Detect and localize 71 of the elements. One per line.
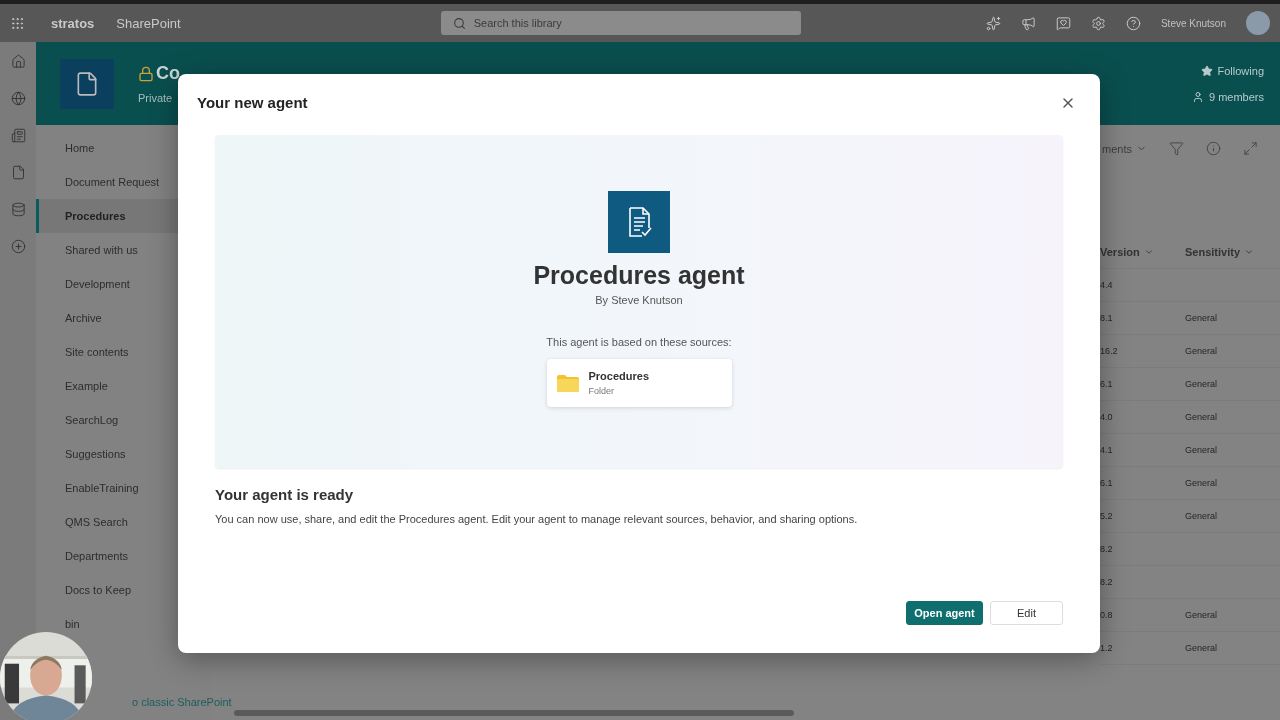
source-name: Procedures xyxy=(588,370,650,382)
ready-text: You can now use, share, and edit the Procedures agent. Edit your agent to manage relevant sources, behavior, and sharing options. xyxy=(215,513,859,525)
search-placeholder: Search this library xyxy=(473,17,562,29)
column-header[interactable]: Version xyxy=(1100,246,1185,258)
app-name[interactable]: SharePoint xyxy=(116,15,181,31)
add-icon[interactable] xyxy=(10,239,26,254)
chevron-down-icon xyxy=(1143,247,1154,257)
table-cell-text: 5.2 xyxy=(1100,511,1114,521)
table-cell-text: General xyxy=(1185,610,1219,620)
table-cell-text: 8.1 xyxy=(1100,313,1114,323)
table-cell-text: 8.2 xyxy=(1100,544,1114,554)
agent-icon xyxy=(608,191,670,253)
globe-icon[interactable] xyxy=(10,91,26,106)
chevron-down-icon xyxy=(1244,247,1255,257)
table-cell-text: 6.1 xyxy=(1100,478,1114,488)
table-cell-text: 6.1 xyxy=(1100,379,1114,389)
list-icon[interactable] xyxy=(10,202,26,217)
dialog-title: Your new agent xyxy=(197,94,308,111)
lock-icon xyxy=(138,65,154,82)
avatar[interactable] xyxy=(1246,11,1270,35)
file-icon[interactable] xyxy=(10,165,26,180)
brand-name: stratos xyxy=(51,15,95,31)
table-cell-text: 16.2 xyxy=(1100,346,1119,356)
table-cell-text: 4.0 xyxy=(1100,412,1114,422)
info-icon[interactable] xyxy=(1206,141,1221,156)
table-cell-text: 0.8 xyxy=(1100,610,1114,620)
search-icon xyxy=(452,16,466,30)
members-button[interactable]: 9 members xyxy=(1191,90,1264,103)
edit-button[interactable]: Edit xyxy=(990,601,1063,625)
agent-name: Procedures agent xyxy=(533,261,745,290)
expand-icon[interactable] xyxy=(1243,141,1258,156)
site-logo[interactable] xyxy=(60,58,114,109)
table-cell-text: 8.2 xyxy=(1100,577,1114,587)
classic-link[interactable]: o classic SharePoint xyxy=(132,696,232,708)
sparkles-icon[interactable] xyxy=(985,15,1001,31)
ready-heading: Your agent is ready xyxy=(215,486,355,503)
column-header[interactable]: Sensitivity xyxy=(1185,246,1280,258)
folder-icon xyxy=(556,374,579,392)
search-field[interactable]: Search this library xyxy=(440,11,801,35)
source-card[interactable]: Procedures Folder xyxy=(546,359,732,407)
table-cell-text: General xyxy=(1185,643,1219,653)
user-name[interactable]: Steve Knutson xyxy=(1160,17,1226,29)
table-cell-text: 4.1 xyxy=(1100,445,1114,455)
megaphone-icon[interactable] xyxy=(1020,15,1036,31)
feedback-icon[interactable] xyxy=(1055,15,1071,31)
scrollbar[interactable] xyxy=(234,710,794,716)
star-icon xyxy=(1200,64,1213,77)
table-cell-text: 4.4 xyxy=(1100,280,1114,290)
sources-label: This agent is based on these sources: xyxy=(546,336,732,348)
open-agent-button[interactable]: Open agent xyxy=(906,601,983,625)
table-cell-text: General xyxy=(1185,412,1219,422)
following-button[interactable]: Following xyxy=(1200,64,1264,77)
news-icon[interactable] xyxy=(10,128,26,143)
agent-author: By Steve Knutson xyxy=(595,294,683,306)
site-subtitle: Private xyxy=(138,92,174,104)
table-cell-text: General xyxy=(1185,379,1219,389)
filter-icon[interactable] xyxy=(1169,141,1184,156)
settings-icon[interactable] xyxy=(1090,15,1106,31)
app-launcher-icon[interactable] xyxy=(10,15,25,31)
table-cell-text: 1.2 xyxy=(1100,643,1114,653)
table-cell-text: General xyxy=(1185,511,1219,521)
home-icon[interactable] xyxy=(10,54,26,69)
source-type: Folder xyxy=(588,386,615,396)
table-cell-text: General xyxy=(1185,478,1219,488)
table-cell-text: General xyxy=(1185,313,1219,323)
help-icon[interactable] xyxy=(1125,15,1141,31)
person-icon xyxy=(1191,90,1204,103)
view-dropdown[interactable]: ments xyxy=(1102,142,1147,155)
table-cell-text: General xyxy=(1185,445,1219,455)
site-title: Co xyxy=(156,63,180,84)
table-cell-text: General xyxy=(1185,346,1219,356)
